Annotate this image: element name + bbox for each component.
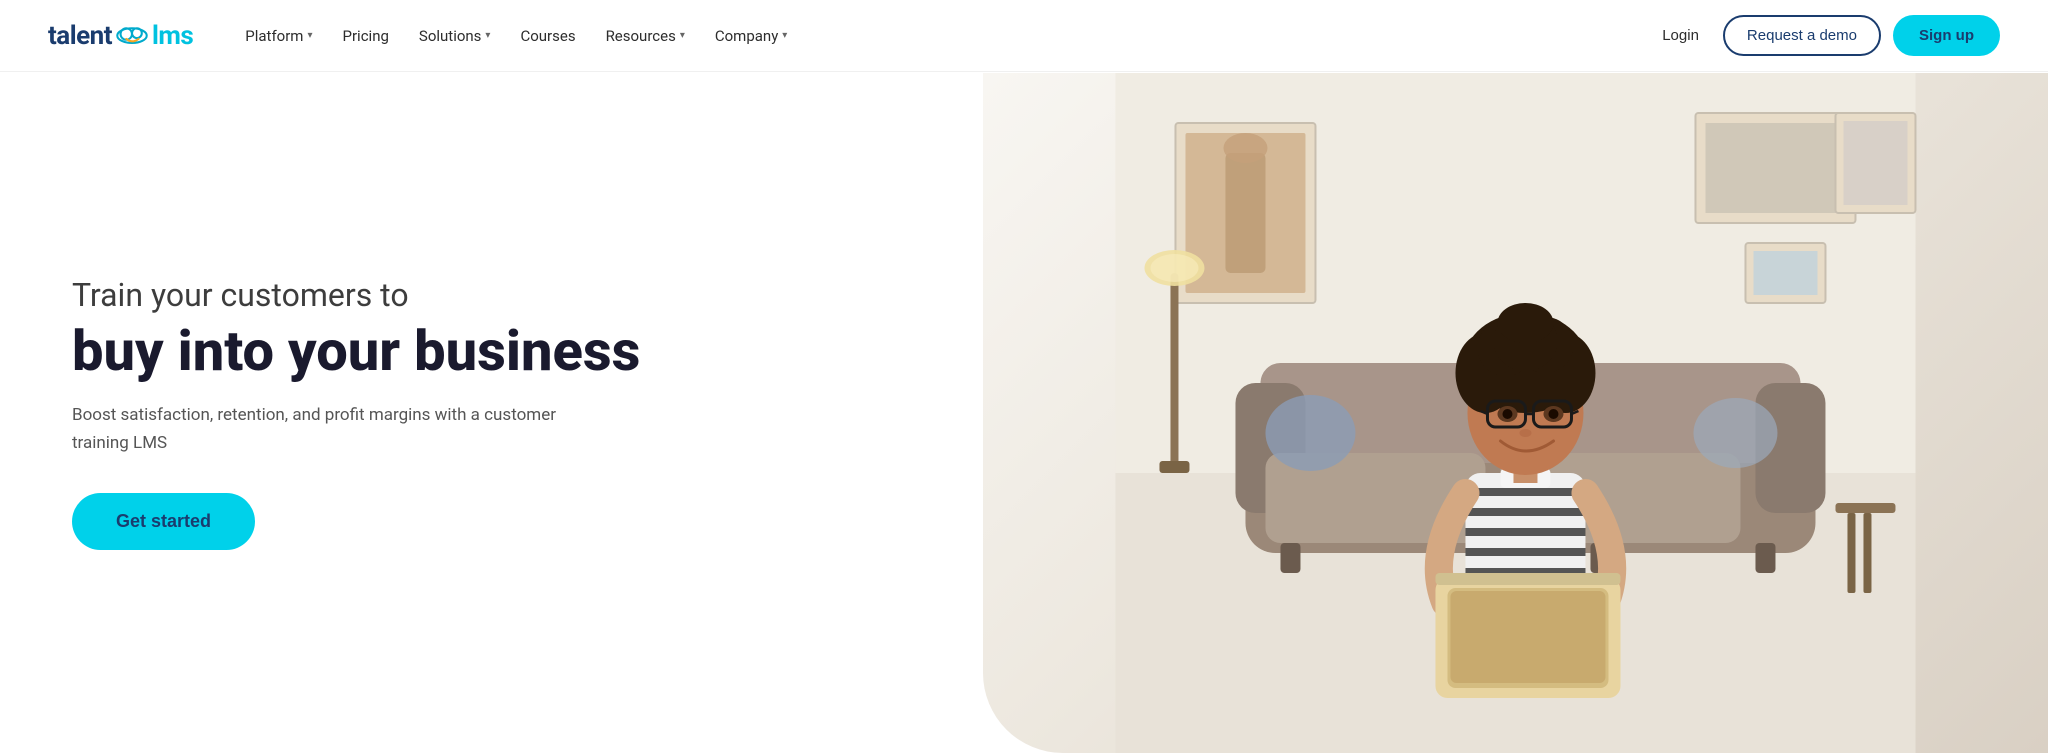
hero-subtitle: Train your customers to xyxy=(72,275,983,317)
nav-actions: Login Request a demo Sign up xyxy=(1650,15,2000,56)
logo[interactable]: talent lms xyxy=(48,21,193,51)
hero-image xyxy=(983,73,2048,753)
hero-illustration xyxy=(983,73,2048,753)
hero-description: Boost satisfaction, retention, and profi… xyxy=(72,402,572,456)
nav-links: Platform ▾ Pricing Solutions ▾ Courses R… xyxy=(233,19,1650,53)
nav-item-resources[interactable]: Resources ▾ xyxy=(594,19,697,53)
hero-section: Train your customers to buy into your bu… xyxy=(0,72,2048,753)
signup-button[interactable]: Sign up xyxy=(1893,15,2000,56)
nav-item-platform[interactable]: Platform ▾ xyxy=(233,19,324,53)
logo-talent-text: talent xyxy=(48,21,112,51)
chevron-down-icon: ▾ xyxy=(782,30,787,41)
nav-item-company[interactable]: Company ▾ xyxy=(703,19,799,53)
get-started-button[interactable]: Get started xyxy=(72,493,255,550)
login-button[interactable]: Login xyxy=(1650,19,1711,52)
nav-item-courses[interactable]: Courses xyxy=(508,19,587,53)
hero-content: Train your customers to buy into your bu… xyxy=(0,215,983,610)
chevron-down-icon: ▾ xyxy=(680,30,685,41)
request-demo-button[interactable]: Request a demo xyxy=(1723,15,1881,56)
navbar: talent lms Platform ▾ Pricing Solutions … xyxy=(0,0,2048,72)
chevron-down-icon: ▾ xyxy=(307,30,312,41)
chevron-down-icon: ▾ xyxy=(485,30,490,41)
logo-lms-text: lms xyxy=(152,21,193,51)
nav-item-solutions[interactable]: Solutions ▾ xyxy=(407,19,503,53)
nav-item-pricing[interactable]: Pricing xyxy=(331,19,401,53)
hero-title: buy into your business xyxy=(72,321,983,383)
logo-cloud-icon xyxy=(114,22,150,50)
